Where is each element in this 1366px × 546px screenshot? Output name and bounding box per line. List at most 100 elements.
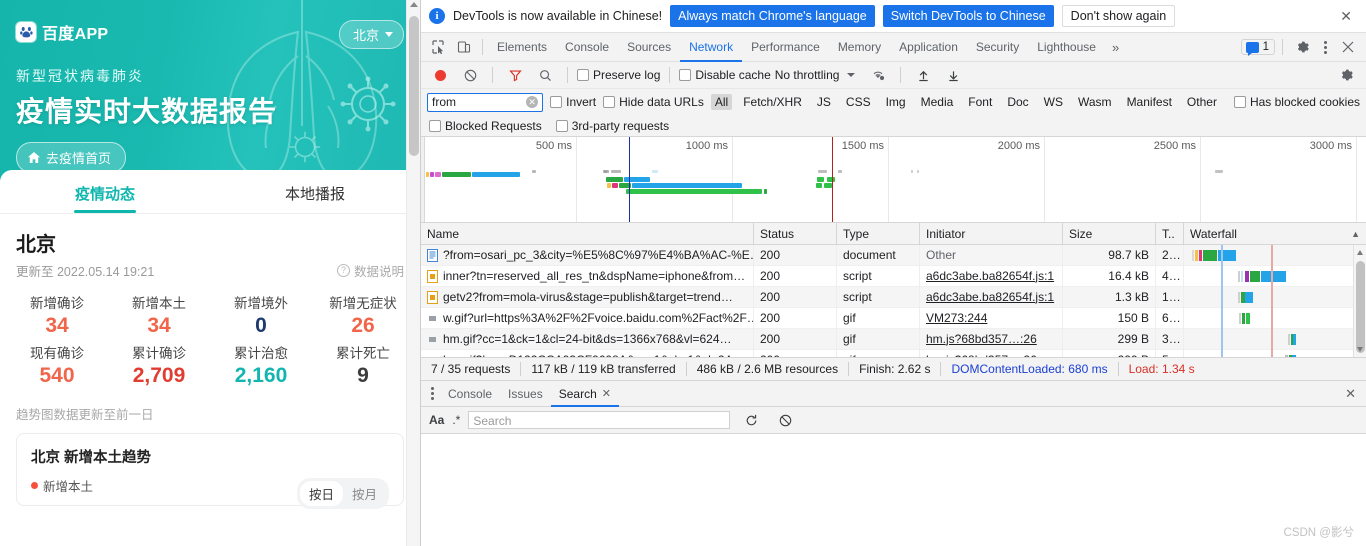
throttling-select[interactable]: No throttling <box>775 68 840 82</box>
close-drawer-icon[interactable]: ✕ <box>1345 386 1366 402</box>
device-toolbar-icon[interactable] <box>451 34 477 60</box>
inspect-element-icon[interactable] <box>425 34 451 60</box>
scroll-up-arrow-icon[interactable] <box>410 2 418 7</box>
drawer-tab-issues[interactable]: Issues <box>500 381 551 407</box>
filter-type-css[interactable]: CSS <box>842 94 875 110</box>
import-har-icon[interactable] <box>910 62 936 88</box>
tab-sources[interactable]: Sources <box>618 33 680 62</box>
filter-type-manifest[interactable]: Manifest <box>1123 94 1176 110</box>
chart-range-monthly[interactable]: 按月 <box>343 481 386 506</box>
close-icon[interactable]: ✕ <box>602 381 611 407</box>
scroll-down-arrow-icon[interactable] <box>1357 347 1363 352</box>
clear-filter-icon[interactable]: ✕ <box>526 96 539 108</box>
tab-epidemic-dynamics[interactable]: 疫情动态 <box>0 170 210 213</box>
checkbox-box[interactable] <box>679 69 692 81</box>
filter-input-value[interactable]: from <box>432 95 526 109</box>
drawer-tab-search[interactable]: Search ✕ <box>551 381 619 407</box>
filter-type-ws[interactable]: WS <box>1040 94 1067 110</box>
filter-icon[interactable] <box>502 62 528 88</box>
tab-elements[interactable]: Elements <box>488 33 556 62</box>
search-icon[interactable] <box>532 62 558 88</box>
filter-input[interactable]: from ✕ <box>427 92 544 112</box>
checkbox-box[interactable] <box>550 96 563 108</box>
clear-icon[interactable] <box>457 62 483 88</box>
drawer-search-input[interactable]: Search <box>468 411 731 429</box>
table-row[interactable]: getv2?from=mola-virus&stage=publish&targ… <box>421 286 1353 308</box>
checkbox-box[interactable] <box>555 119 568 132</box>
tab-application[interactable]: Application <box>890 33 967 62</box>
requests-table-body[interactable]: ?from=osari_pc_3&city=%E5%8C%97%E4%BA%AC… <box>421 245 1366 357</box>
tab-performance[interactable]: Performance <box>742 33 829 62</box>
scroll-up-arrow-icon[interactable] <box>1357 250 1363 255</box>
city-picker[interactable]: 北京 <box>338 20 404 49</box>
network-overview-timeline[interactable]: 500 ms 1000 ms 1500 ms 2000 ms 2500 ms 3… <box>421 137 1366 223</box>
request-initiator-link[interactable]: a6dc3abe.ba82654f.js:1 <box>926 290 1054 304</box>
table-row[interactable]: hm.gif?hca=D122CCA93CF9608A&cc=1&ck=1&cl… <box>421 349 1353 358</box>
export-har-icon[interactable] <box>940 62 966 88</box>
has-blocked-cookies-checkbox[interactable]: Has blocked cookies <box>1233 95 1360 109</box>
page-scrollbar-thumb[interactable] <box>409 16 419 156</box>
third-party-requests-checkbox[interactable]: 3rd-party requests <box>555 119 669 133</box>
column-header-type[interactable]: Type <box>837 222 920 245</box>
chevron-down-icon[interactable] <box>847 73 856 77</box>
match-case-icon[interactable]: Aa <box>429 413 444 427</box>
data-note-link[interactable]: ? 数据说明 <box>336 261 404 280</box>
filter-type-doc[interactable]: Doc <box>1003 94 1032 110</box>
drawer-more-options-icon[interactable] <box>425 387 440 400</box>
tab-console[interactable]: Console <box>556 33 618 62</box>
filter-type-media[interactable]: Media <box>917 94 958 110</box>
page-scrollbar[interactable] <box>406 0 420 546</box>
filter-type-other[interactable]: Other <box>1183 94 1221 110</box>
column-header-name[interactable]: Name <box>421 222 754 245</box>
requests-scrollbar[interactable] <box>1353 245 1366 357</box>
close-devtools-icon[interactable] <box>1335 34 1361 60</box>
column-header-initiator[interactable]: Initiator <box>920 222 1063 245</box>
request-initiator-link[interactable]: a6dc3abe.ba82654f.js:1 <box>926 269 1054 283</box>
filter-type-js[interactable]: JS <box>813 94 835 110</box>
network-conditions-icon[interactable] <box>865 62 891 88</box>
gear-icon[interactable] <box>1290 34 1316 60</box>
filter-type-wasm[interactable]: Wasm <box>1074 94 1116 110</box>
record-icon[interactable] <box>427 62 453 88</box>
invert-checkbox[interactable]: Invert <box>550 95 596 109</box>
chevron-double-right-icon[interactable]: » <box>1105 40 1126 55</box>
request-initiator-link[interactable]: hm.js?68bd357…:26 <box>926 332 1037 346</box>
tab-local-broadcast[interactable]: 本地播报 <box>210 170 420 213</box>
go-to-epidemic-home-button[interactable]: 去疫情首页 <box>16 142 127 173</box>
table-row[interactable]: hm.gif?cc=1&ck=1&cl=24-bit&ds=1366x768&v… <box>421 328 1353 350</box>
column-header-size[interactable]: Size <box>1063 222 1156 245</box>
request-initiator-link[interactable]: hm.js?68bd357…:26 <box>926 353 1037 358</box>
disable-cache-checkbox[interactable]: Disable cache <box>679 68 771 82</box>
clear-icon[interactable] <box>772 407 798 433</box>
refresh-icon[interactable] <box>738 407 764 433</box>
filter-type-fetch-xhr[interactable]: Fetch/XHR <box>739 94 806 110</box>
chart-range-daily[interactable]: 按日 <box>299 481 343 506</box>
more-options-icon[interactable] <box>1318 40 1333 54</box>
switch-to-chinese-button[interactable]: Switch DevTools to Chinese <box>882 5 1054 27</box>
tab-security[interactable]: Security <box>967 33 1028 62</box>
table-row[interactable]: inner?tn=reserved_all_res_tn&dspName=iph… <box>421 265 1353 287</box>
sort-ascending-icon[interactable]: ▲ <box>1351 223 1360 245</box>
checkbox-box[interactable] <box>577 69 589 81</box>
table-row[interactable]: w.gif?url=https%3A%2F%2Fvoice.baidu.com%… <box>421 307 1353 329</box>
requests-scrollbar-thumb[interactable] <box>1356 261 1365 353</box>
filter-type-img[interactable]: Img <box>882 94 910 110</box>
preserve-log-checkbox[interactable]: Preserve log <box>577 68 660 82</box>
request-initiator-link[interactable]: VM273:244 <box>926 311 987 325</box>
message-count-badge[interactable]: 1 <box>1240 39 1275 56</box>
checkbox-box[interactable] <box>429 119 441 132</box>
hide-data-urls-checkbox[interactable]: Hide data URLs <box>603 95 704 109</box>
checkbox-box[interactable] <box>603 96 616 108</box>
table-row[interactable]: ?from=osari_pc_3&city=%E5%8C%97%E4%BA%AC… <box>421 245 1353 266</box>
tab-lighthouse[interactable]: Lighthouse <box>1028 33 1105 62</box>
tab-memory[interactable]: Memory <box>829 33 890 62</box>
always-match-language-button[interactable]: Always match Chrome's language <box>670 5 875 27</box>
regex-icon[interactable]: .* <box>452 413 460 427</box>
tab-network[interactable]: Network <box>680 33 742 62</box>
blocked-requests-checkbox[interactable]: Blocked Requests <box>429 119 542 133</box>
drawer-tab-console[interactable]: Console <box>440 381 500 407</box>
column-header-status[interactable]: Status <box>754 222 837 245</box>
close-icon[interactable]: ✕ <box>1334 8 1358 25</box>
checkbox-box[interactable] <box>1233 96 1246 108</box>
filter-type-all[interactable]: All <box>710 94 733 110</box>
